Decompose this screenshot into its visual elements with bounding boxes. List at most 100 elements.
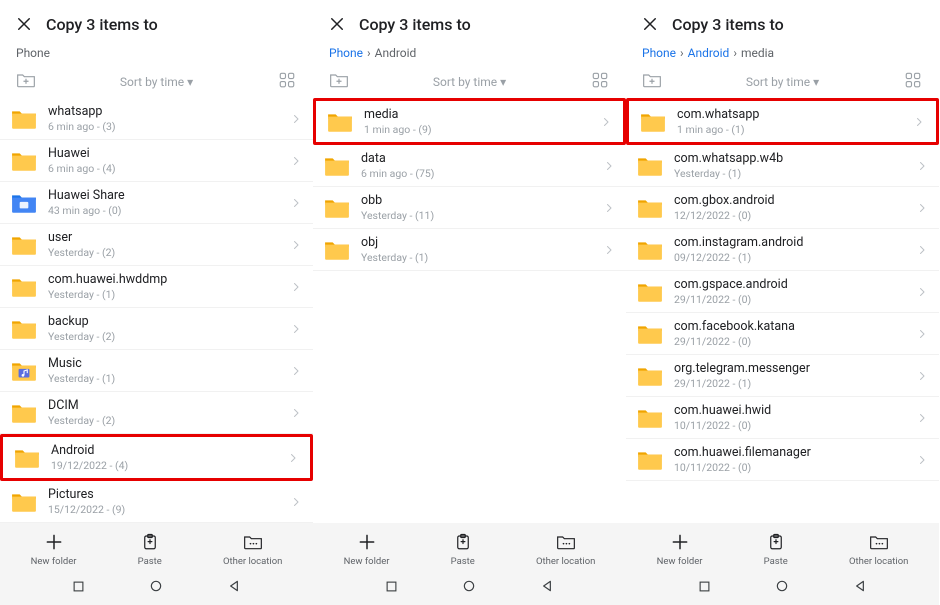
chevron-right-icon (599, 115, 613, 129)
list-item[interactable]: backupYesterday - (2) (0, 308, 313, 350)
folder-subtext: 19/12/2022 - (4) (51, 459, 286, 472)
nav-back-icon[interactable] (851, 577, 869, 595)
new-folder-icon[interactable] (642, 71, 662, 89)
folder-meta: com.instagram.android09/12/2022 - (1) (674, 235, 915, 264)
folder-meta: userYesterday - (2) (48, 230, 289, 259)
list-item[interactable]: com.instagram.android09/12/2022 - (1) (626, 229, 939, 271)
folder-meta: objYesterday - (1) (361, 235, 602, 264)
list-item[interactable]: MusicYesterday - (1) (0, 350, 313, 392)
folder-icon (323, 238, 351, 262)
chevron-right-icon (289, 280, 303, 294)
folder-meta: com.huawei.hwddmpYesterday - (1) (48, 272, 289, 301)
folder-meta: com.gspace.android29/11/2022 - (0) (674, 277, 915, 306)
other-location-icon (242, 531, 264, 553)
chevron-right-icon (915, 411, 929, 425)
folder-name: Pictures (48, 487, 289, 502)
folder-subtext: Yesterday - (1) (48, 288, 289, 301)
list-item[interactable]: org.telegram.messenger29/11/2022 - (1) (626, 355, 939, 397)
grid-view-icon[interactable] (903, 70, 923, 90)
breadcrumb-current: Android (375, 46, 417, 60)
paste-button[interactable]: Paste (138, 531, 162, 567)
action-bar: New folder Paste Other location (313, 531, 626, 571)
list-item[interactable]: Huawei6 min ago - (4) (0, 140, 313, 182)
sort-button[interactable]: Sort by time ▾ (120, 75, 193, 89)
plus-icon (669, 531, 691, 553)
list-item[interactable]: objYesterday - (1) (313, 229, 626, 271)
list-item[interactable]: data6 min ago - (75) (313, 145, 626, 187)
close-icon[interactable] (640, 14, 660, 34)
folder-subtext: Yesterday - (2) (48, 246, 289, 259)
other-location-button[interactable]: Other location (536, 531, 595, 567)
list-item[interactable]: Android19/12/2022 - (4) (0, 434, 313, 481)
folder-icon (10, 191, 38, 215)
grid-view-icon[interactable] (277, 70, 297, 90)
folder-list: media1 min ago - (9) data6 min ago - (75)… (313, 98, 626, 523)
sort-button[interactable]: Sort by time ▾ (433, 75, 506, 89)
breadcrumb: Phone › Android › media (626, 42, 939, 66)
breadcrumb-link[interactable]: Phone (329, 46, 363, 60)
other-location-button[interactable]: Other location (223, 531, 282, 567)
close-icon[interactable] (327, 14, 347, 34)
list-item[interactable]: com.gspace.android29/11/2022 - (0) (626, 271, 939, 313)
folder-name: com.gspace.android (674, 277, 915, 292)
new-folder-button[interactable]: New folder (344, 531, 390, 567)
plus-icon (43, 531, 65, 553)
nav-recent-icon[interactable] (70, 577, 88, 595)
list-item[interactable]: userYesterday - (2) (0, 224, 313, 266)
breadcrumb-link[interactable]: Android (688, 46, 730, 60)
list-item[interactable]: com.huawei.filemanager10/11/2022 - (0) (626, 439, 939, 481)
new-folder-icon[interactable] (329, 71, 349, 89)
list-item[interactable]: Huawei Share43 min ago - (0) (0, 182, 313, 224)
folder-subtext: 09/12/2022 - (1) (674, 251, 915, 264)
list-item[interactable]: media1 min ago - (9) (313, 98, 626, 145)
list-item[interactable]: com.whatsapp1 min ago - (1) (626, 98, 939, 145)
folder-name: com.gbox.android (674, 193, 915, 208)
folder-icon (636, 448, 664, 472)
paste-icon (139, 531, 161, 553)
folder-meta: media1 min ago - (9) (364, 107, 599, 136)
close-icon[interactable] (14, 14, 34, 34)
chevron-right-icon (915, 159, 929, 173)
breadcrumb-current: Phone (16, 46, 50, 60)
nav-back-icon[interactable] (225, 577, 243, 595)
sort-button[interactable]: Sort by time ▾ (746, 75, 819, 89)
nav-back-icon[interactable] (538, 577, 556, 595)
paste-button[interactable]: Paste (451, 531, 475, 567)
list-item[interactable]: Pictures15/12/2022 - (9) (0, 481, 313, 523)
bottom-bar: New folder Paste Other location (0, 523, 313, 605)
folder-subtext: 29/11/2022 - (1) (674, 377, 915, 390)
nav-home-icon[interactable] (147, 577, 165, 595)
folder-subtext: Yesterday - (1) (361, 251, 602, 264)
nav-recent-icon[interactable] (696, 577, 714, 595)
list-item[interactable]: obbYesterday - (11) (313, 187, 626, 229)
chevron-right-icon (289, 196, 303, 210)
nav-recent-icon[interactable] (383, 577, 401, 595)
new-folder-button[interactable]: New folder (657, 531, 703, 567)
folder-meta: backupYesterday - (2) (48, 314, 289, 343)
chevron-right-icon (915, 201, 929, 215)
nav-home-icon[interactable] (773, 577, 791, 595)
breadcrumb-link[interactable]: Phone (642, 46, 676, 60)
folder-meta: DCIMYesterday - (2) (48, 398, 289, 427)
list-toolbar: Sort by time ▾ (0, 66, 313, 98)
list-item[interactable]: com.facebook.katana29/11/2022 - (0) (626, 313, 939, 355)
new-folder-icon[interactable] (16, 71, 36, 89)
list-item[interactable]: DCIMYesterday - (2) (0, 392, 313, 434)
chevron-right-icon (602, 243, 616, 257)
action-label: Paste (138, 556, 162, 567)
folder-name: com.facebook.katana (674, 319, 915, 334)
list-item[interactable]: com.huawei.hwid10/11/2022 - (0) (626, 397, 939, 439)
system-nav-bar (0, 571, 313, 601)
nav-home-icon[interactable] (460, 577, 478, 595)
chevron-right-icon (915, 369, 929, 383)
new-folder-button[interactable]: New folder (31, 531, 77, 567)
list-item[interactable]: com.whatsapp.w4bYesterday - (1) (626, 145, 939, 187)
paste-button[interactable]: Paste (764, 531, 788, 567)
list-item[interactable]: com.huawei.hwddmpYesterday - (1) (0, 266, 313, 308)
grid-view-icon[interactable] (590, 70, 610, 90)
folder-name: whatsapp (48, 104, 289, 119)
list-item[interactable]: com.gbox.android12/12/2022 - (0) (626, 187, 939, 229)
folder-list: whatsapp6 min ago - (3)Huawei6 min ago -… (0, 98, 313, 523)
list-item[interactable]: whatsapp6 min ago - (3) (0, 98, 313, 140)
other-location-button[interactable]: Other location (849, 531, 908, 567)
